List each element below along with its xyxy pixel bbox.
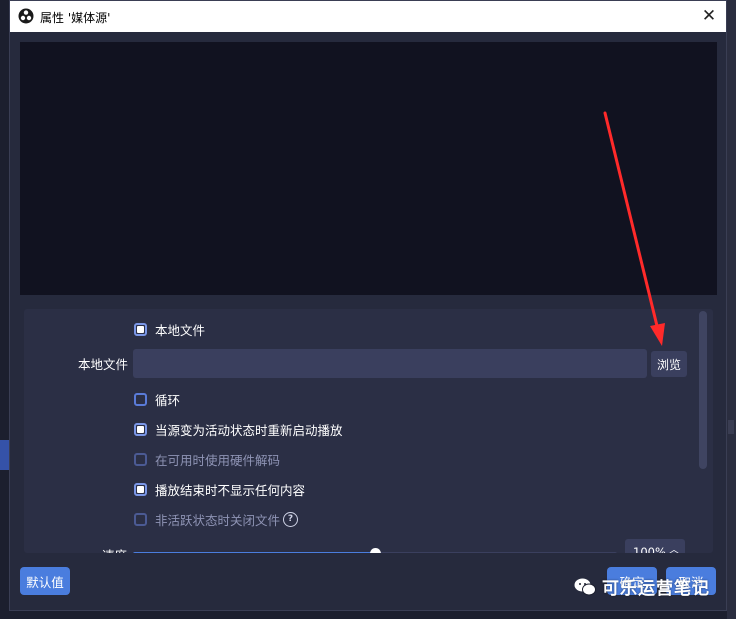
window-title: 属性 '媒体源' <box>40 11 111 25</box>
watermark: 可乐运营笔记 <box>574 574 710 599</box>
close-icon[interactable]: ✕ <box>698 5 720 27</box>
loop-option[interactable]: 循环 <box>134 389 180 409</box>
chevron-up-icon[interactable]: ︿ <box>669 541 679 553</box>
local-file-checkbox-row[interactable]: 本地文件 <box>134 319 205 339</box>
help-icon[interactable]: ? <box>283 511 299 527</box>
hide-on-end-label: 播放结束时不显示任何内容 <box>155 482 306 498</box>
close-when-inactive-label: 非活跃状态时关闭文件 <box>155 512 281 528</box>
hide-on-end-option[interactable]: 播放结束时不显示任何内容 <box>134 479 305 499</box>
speed-slider[interactable] <box>133 548 617 553</box>
browse-button[interactable]: 浏览 <box>651 351 687 377</box>
close-when-inactive-checkbox[interactable] <box>134 512 147 526</box>
media-preview <box>20 42 717 295</box>
title-bar[interactable]: 属性 '媒体源' ✕ <box>10 1 726 32</box>
defaults-button[interactable]: 默认值 <box>20 567 70 595</box>
background-app-strip <box>727 0 736 619</box>
local-file-checkbox[interactable] <box>134 322 147 336</box>
obs-logo-icon <box>18 8 34 24</box>
local-file-field-label: 本地文件 <box>78 357 129 372</box>
speed-slider-thumb[interactable] <box>370 548 381 553</box>
restart-on-activate-option[interactable]: 当源变为活动状态时重新启动播放 <box>134 419 343 439</box>
wechat-icon <box>574 578 596 595</box>
hide-on-end-checkbox[interactable] <box>134 482 147 496</box>
restart-on-activate-label: 当源变为活动状态时重新启动播放 <box>155 422 343 438</box>
hardware-decoding-option[interactable]: 在可用时使用硬件解码 <box>134 449 280 469</box>
properties-dialog: 属性 '媒体源' ✕ 本地文件 本地文件 浏览 循环 当源变为活动状态时重新启动… <box>9 0 727 611</box>
close-when-inactive-option[interactable]: 非活跃状态时关闭文件 ? <box>134 509 299 529</box>
properties-panel: 本地文件 本地文件 浏览 循环 当源变为活动状态时重新启动播放 在可用时使用硬件… <box>24 309 713 553</box>
local-file-path-input[interactable] <box>133 349 647 378</box>
loop-label: 循环 <box>155 392 181 408</box>
speed-label: 速度 <box>102 545 127 553</box>
speed-spinbox[interactable]: 100% ︿ <box>625 539 685 553</box>
speed-value: 100% <box>633 545 666 553</box>
background-app-selection <box>0 440 9 470</box>
restart-on-activate-checkbox[interactable] <box>134 422 147 436</box>
speed-slider-fill <box>133 552 375 553</box>
loop-checkbox[interactable] <box>134 392 147 406</box>
hardware-decoding-label: 在可用时使用硬件解码 <box>155 452 281 468</box>
background-mark <box>728 420 734 434</box>
scrollbar[interactable] <box>699 311 707 469</box>
hardware-decoding-checkbox[interactable] <box>134 452 147 466</box>
watermark-text: 可乐运营笔记 <box>602 579 710 599</box>
local-file-checkbox-label: 本地文件 <box>155 322 206 338</box>
